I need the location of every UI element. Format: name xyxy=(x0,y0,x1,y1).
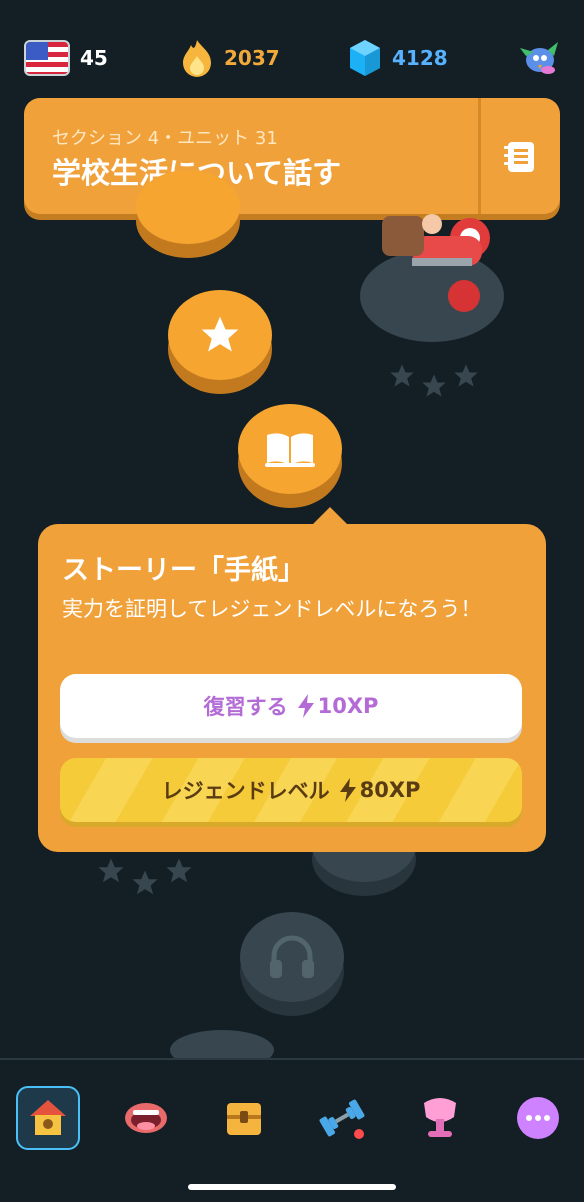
home-icon xyxy=(30,1100,66,1135)
review-xp-value: 10XP xyxy=(317,694,379,718)
practice-icon xyxy=(319,1099,365,1139)
bottom-navigation xyxy=(0,1058,584,1202)
review-button[interactable]: 復習する 10XP xyxy=(60,674,522,738)
guidebook-icon[interactable] xyxy=(498,134,544,180)
top-status-bar: 45 2037 4128 xyxy=(0,0,584,110)
league-icon xyxy=(424,1098,456,1137)
review-xp: 10XP xyxy=(296,693,379,719)
star-icon xyxy=(201,316,239,352)
character-motorcycle-illustration xyxy=(360,214,504,342)
popup-description: 実力を証明してレジェンドレベルになろう！ xyxy=(62,597,482,621)
lesson-node-completed[interactable] xyxy=(136,170,240,244)
star-icon xyxy=(132,870,158,895)
unit-section-label: セクション 4・ユニット 31 xyxy=(52,128,278,149)
gems-count: 4128 xyxy=(392,46,448,70)
nav-practice[interactable] xyxy=(310,1086,374,1150)
lesson-popup-card: ストーリー「手紙」 実力を証明してレジェンドレベルになろう！ 復習する 10XP… xyxy=(38,507,546,852)
nav-league[interactable] xyxy=(408,1086,472,1150)
star-icon xyxy=(422,374,446,397)
us-flag-icon xyxy=(24,40,70,76)
review-button-label: 復習する xyxy=(203,695,288,719)
nav-speak[interactable] xyxy=(114,1086,178,1150)
nav-treasure[interactable] xyxy=(212,1086,276,1150)
star-icon xyxy=(166,858,192,883)
streak-flame-icon xyxy=(183,40,211,77)
lightning-icon xyxy=(297,694,314,718)
gem-icon xyxy=(350,40,380,76)
nav-home[interactable] xyxy=(16,1086,80,1150)
book-icon xyxy=(265,433,315,467)
lightning-icon xyxy=(339,778,356,802)
streak-count: 2037 xyxy=(224,46,280,70)
legendary-button[interactable]: レジェンドレベル 80XP xyxy=(60,758,522,822)
lesson-node-story[interactable] xyxy=(238,404,342,494)
mascot-icon xyxy=(520,42,558,74)
star-icon xyxy=(98,858,124,883)
popup-pointer xyxy=(313,507,347,541)
nav-more[interactable] xyxy=(506,1086,570,1150)
node-stars-right xyxy=(388,362,480,400)
lesson-node-star[interactable] xyxy=(168,290,272,380)
language-selector[interactable]: 45 xyxy=(24,36,108,80)
speak-icon xyxy=(125,1103,167,1133)
legendary-xp: 80XP xyxy=(338,777,421,803)
star-icon xyxy=(390,364,414,387)
legendary-button-label: レジェンドレベル xyxy=(161,779,330,803)
treasure-icon xyxy=(227,1103,261,1135)
legendary-xp-value: 80XP xyxy=(359,778,421,802)
headphones-icon xyxy=(270,935,314,978)
language-count: 45 xyxy=(80,46,108,70)
star-icon xyxy=(454,364,478,387)
mascot-button[interactable] xyxy=(518,36,562,80)
node-stars-left xyxy=(96,856,194,898)
gems-counter[interactable]: 4128 xyxy=(348,36,448,80)
streak-counter[interactable]: 2037 xyxy=(180,36,280,80)
popup-title: ストーリー「手紙」 xyxy=(62,555,305,586)
lesson-node-locked-audio[interactable] xyxy=(240,912,344,1002)
home-indicator[interactable] xyxy=(188,1184,396,1190)
more-icon xyxy=(517,1097,559,1139)
